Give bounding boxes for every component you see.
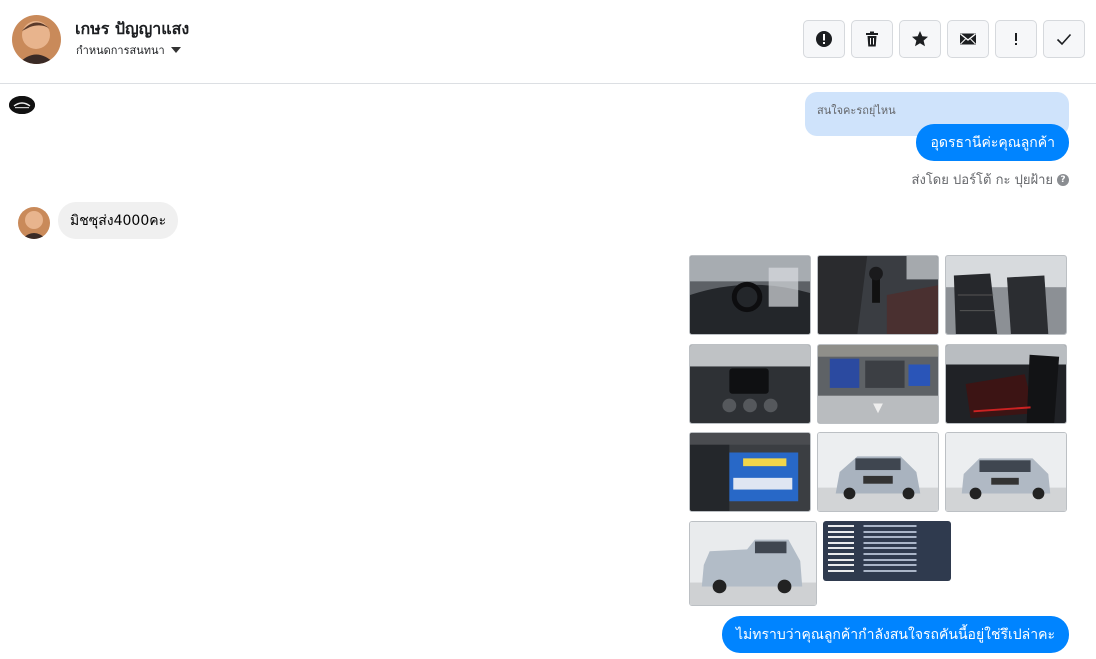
follow-up-button[interactable] (995, 20, 1037, 58)
done-button[interactable] (1043, 20, 1085, 58)
car-photo-front[interactable] (817, 432, 939, 512)
mark-unread-button[interactable] (947, 20, 989, 58)
sent-by-text: ส่งโดย ปอร์โต้ กะ ปุยฝ้าย (911, 173, 1053, 188)
exclamation-icon (1015, 33, 1017, 45)
contact-avatar-small (18, 207, 50, 239)
star-button[interactable] (899, 20, 941, 58)
car-photo-dashboard[interactable] (689, 255, 811, 335)
alert-circle-icon (816, 31, 832, 47)
star-icon (912, 31, 928, 47)
page-logo (9, 96, 35, 114)
delete-button[interactable] (851, 20, 893, 58)
conversation-header: เกษร ปัญญาแสง กำหนดการสนทนา (0, 0, 1096, 84)
assign-label: กำหนดการสนทนา (76, 44, 165, 57)
spam-button[interactable] (803, 20, 845, 58)
car-info-screenshot[interactable] (823, 521, 951, 581)
car-photo-rear[interactable] (689, 521, 817, 606)
outgoing-message[interactable]: ไม่ทราบว่าคุณลูกค้ากำลังสนใจรถคันนี้อยู่… (722, 616, 1069, 653)
car-photo-console[interactable] (689, 344, 811, 424)
car-photo-battery[interactable] (689, 432, 811, 512)
check-icon (1056, 33, 1072, 46)
car-photo-engine[interactable] (817, 344, 939, 424)
message-thread: สนใจคะรถยุ่ไหน อุดรธานีค่ะคุณลูกค้า ส่งโ… (0, 85, 1096, 659)
contact-avatar[interactable] (12, 15, 61, 64)
outgoing-message[interactable]: อุดรธานีค่ะคุณลูกค้า (916, 124, 1069, 161)
car-photo-front-angle[interactable] (945, 432, 1067, 512)
incoming-message[interactable]: มิชซุส่ง4000คะ (58, 202, 179, 239)
caret-down-icon (170, 47, 181, 53)
car-photo-rear-seats[interactable] (945, 344, 1067, 424)
car-photo-seats[interactable] (945, 255, 1067, 335)
trash-icon (866, 31, 878, 47)
assign-conversation-dropdown[interactable]: กำหนดการสนทนา (76, 41, 181, 59)
help-icon[interactable]: ? (1057, 173, 1069, 186)
header-toolbar (803, 20, 1085, 58)
sent-by-label: ส่งโดย ปอร์โต้ กะ ปุยฝ้าย ? (912, 169, 1069, 190)
envelope-icon (960, 33, 976, 45)
car-photo-gearshift[interactable] (817, 255, 939, 335)
contact-name[interactable]: เกษร ปัญญาแสง (75, 17, 189, 42)
